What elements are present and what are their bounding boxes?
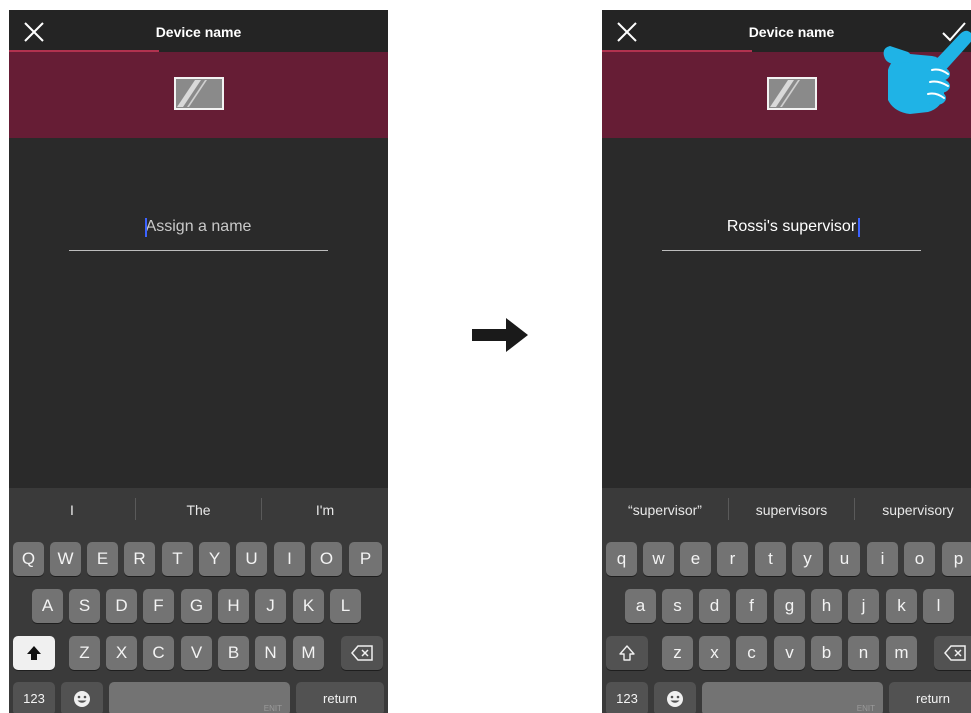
key[interactable]: R (124, 542, 155, 576)
keyboard: I The I'm Q W E R T Y U I O P A S D F G … (9, 488, 388, 713)
key[interactable]: p (942, 542, 971, 576)
key[interactable]: C (143, 636, 174, 670)
field-underline (662, 250, 921, 251)
key[interactable]: z (662, 636, 693, 670)
phone-screen-after: Device name “supervisor” supervisors sup… (602, 10, 971, 713)
backspace-icon (944, 645, 966, 661)
key[interactable]: v (774, 636, 805, 670)
key[interactable]: l (923, 589, 954, 623)
emoji-key[interactable] (654, 682, 696, 713)
name-field[interactable] (69, 210, 328, 252)
key[interactable]: r (717, 542, 748, 576)
key[interactable]: X (106, 636, 137, 670)
key[interactable]: G (181, 589, 212, 623)
key[interactable]: x (699, 636, 730, 670)
device-icon (767, 77, 817, 110)
key[interactable]: L (330, 589, 361, 623)
key[interactable]: W (50, 542, 81, 576)
backspace-key[interactable] (934, 636, 971, 670)
key[interactable]: h (811, 589, 842, 623)
emoji-key[interactable] (61, 682, 103, 713)
suggestion-bar: I The I'm (9, 488, 388, 532)
emoji-icon (74, 691, 90, 707)
key[interactable]: O (311, 542, 342, 576)
key[interactable]: P (349, 542, 382, 576)
name-input[interactable] (69, 210, 328, 244)
key[interactable]: k (886, 589, 917, 623)
suggestion-3[interactable]: supervisory (855, 488, 971, 532)
key[interactable]: m (886, 636, 917, 670)
name-input[interactable] (662, 210, 921, 244)
key[interactable]: Q (13, 542, 44, 576)
text-caret (145, 218, 147, 237)
keyboard: “supervisor” supervisors supervisory q w… (602, 488, 971, 713)
pointing-hand-icon (883, 30, 971, 114)
key[interactable]: t (755, 542, 786, 576)
key[interactable]: S (69, 589, 100, 623)
key[interactable]: T (162, 542, 193, 576)
backspace-key[interactable] (341, 636, 383, 670)
emoji-icon (667, 691, 683, 707)
device-banner (9, 52, 388, 138)
space-key-mark: ENIT (856, 704, 875, 713)
phone-screen-before: Device name I The I'm Q W E R T Y U I O … (9, 10, 388, 713)
key[interactable]: A (32, 589, 63, 623)
top-bar: Device name (9, 10, 388, 52)
key[interactable]: D (106, 589, 137, 623)
key[interactable]: j (848, 589, 879, 623)
key[interactable]: o (904, 542, 935, 576)
key[interactable]: q (606, 542, 637, 576)
key[interactable]: c (736, 636, 767, 670)
key[interactable]: N (255, 636, 286, 670)
key[interactable]: i (867, 542, 898, 576)
key[interactable]: F (143, 589, 174, 623)
suggestion-2[interactable]: supervisors (729, 488, 854, 532)
key[interactable]: M (293, 636, 324, 670)
space-key[interactable]: ENIT (702, 682, 883, 713)
suggestion-1[interactable]: I (9, 488, 135, 532)
backspace-icon (351, 645, 373, 661)
suggestion-1[interactable]: “supervisor” (602, 488, 728, 532)
key[interactable]: n (848, 636, 879, 670)
key[interactable]: Y (199, 542, 230, 576)
key[interactable]: U (236, 542, 267, 576)
key[interactable]: a (625, 589, 656, 623)
key[interactable]: u (829, 542, 860, 576)
key[interactable]: B (218, 636, 249, 670)
key[interactable]: e (680, 542, 711, 576)
return-key[interactable]: return (296, 682, 384, 713)
suggestion-2[interactable]: The (136, 488, 261, 532)
key[interactable]: I (274, 542, 305, 576)
suggestion-bar: “supervisor” supervisors supervisory (602, 488, 971, 532)
key[interactable]: f (736, 589, 767, 623)
key[interactable]: s (662, 589, 693, 623)
field-underline (69, 250, 328, 251)
numbers-key[interactable]: 123 (13, 682, 55, 713)
key[interactable]: E (87, 542, 118, 576)
space-key[interactable]: ENIT (109, 682, 290, 713)
shift-key[interactable] (606, 636, 648, 670)
key[interactable]: y (792, 542, 823, 576)
key[interactable]: d (699, 589, 730, 623)
key[interactable]: K (293, 589, 324, 623)
text-caret (858, 218, 860, 237)
key[interactable]: Z (69, 636, 100, 670)
key[interactable]: w (643, 542, 674, 576)
key[interactable]: b (811, 636, 842, 670)
name-field[interactable] (662, 210, 921, 252)
key[interactable]: H (218, 589, 249, 623)
page-title: Device name (155, 24, 242, 40)
key[interactable]: J (255, 589, 286, 623)
key[interactable]: g (774, 589, 805, 623)
shift-key[interactable] (13, 636, 55, 670)
suggestion-3[interactable]: I'm (262, 488, 388, 532)
device-icon (174, 77, 224, 110)
numbers-key[interactable]: 123 (606, 682, 648, 713)
space-key-mark: ENIT (263, 704, 282, 713)
right-arrow-icon (472, 318, 528, 352)
shift-icon (619, 645, 635, 661)
return-key[interactable]: return (889, 682, 971, 713)
shift-icon (27, 646, 41, 660)
key[interactable]: V (181, 636, 212, 670)
